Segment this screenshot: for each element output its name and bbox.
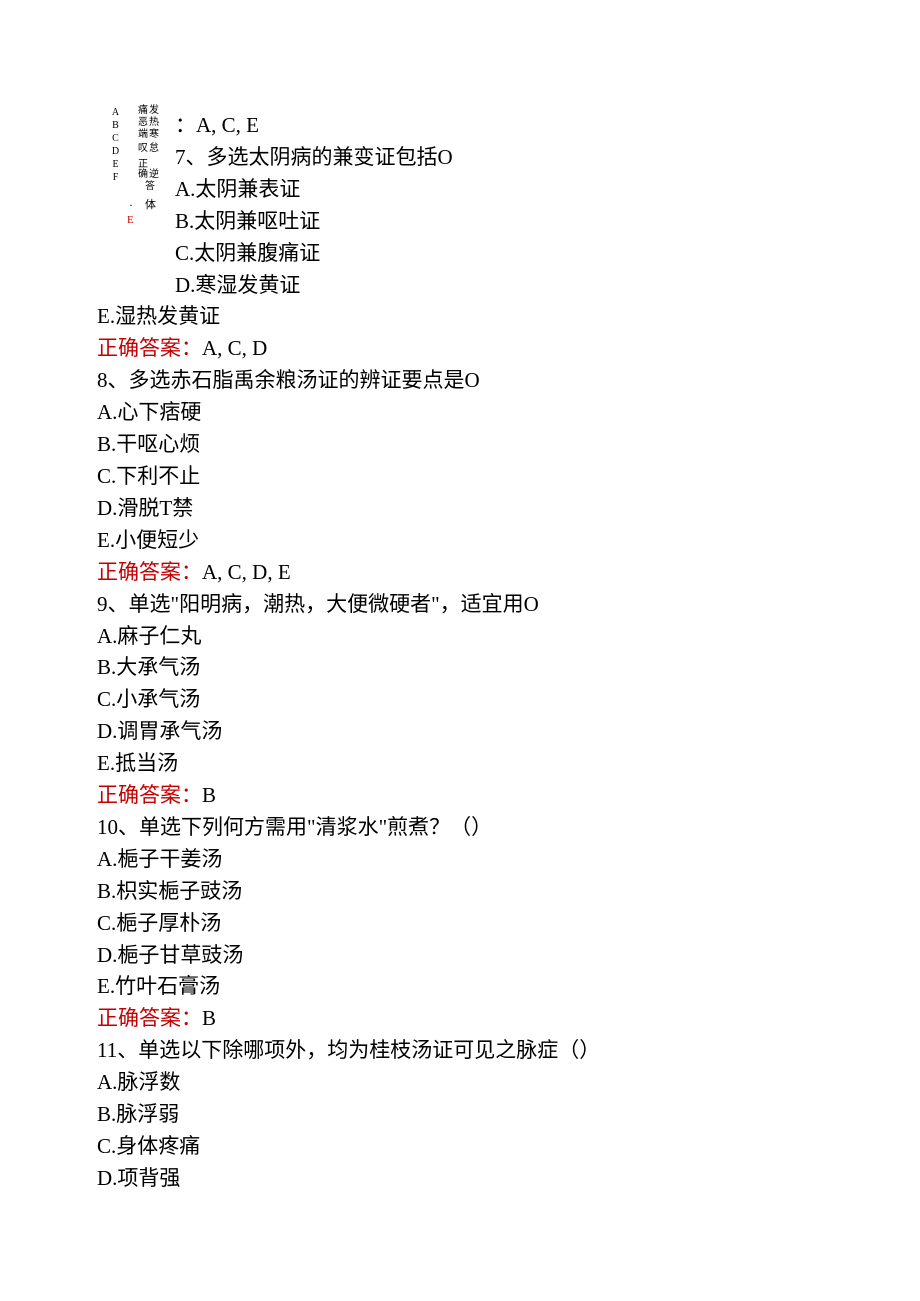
question-6-tail: ：A, C, E	[97, 110, 880, 142]
q8-answer-label: 正确答案：	[97, 560, 202, 584]
q8-option-c: C.下利不止	[97, 461, 880, 493]
q10-answer-line: 正确答案：B	[97, 1003, 880, 1035]
vert-head-g: 确逆	[138, 169, 178, 180]
q9-prompt: 9、单选"阳明病，潮热，大便微硬者"，适宜用O	[97, 589, 880, 621]
q11-option-d: D.项背强	[97, 1163, 880, 1195]
q9-answer-value: B	[202, 783, 216, 807]
q9-answer-label: 正确答案：	[97, 783, 202, 807]
vert-red-e: E	[127, 214, 135, 226]
q7-option-b: B.太阴兼呕吐证	[175, 206, 880, 238]
q7-prompt: 7、多选太阴病的兼变证包括O	[175, 142, 880, 174]
abc-vertical: ABCDEF	[110, 107, 121, 185]
vertical-text-block: 痛发 恶热 端 寒 叹怠 正 确逆 答 ABCDEF · E 体	[103, 105, 169, 270]
vert-head-a: 痛发	[138, 105, 178, 116]
q8-prompt: 8、多选赤石脂禹余粮汤证的辨证要点是O	[97, 365, 880, 397]
q10-option-e: E.竹叶石膏汤	[97, 971, 880, 1003]
q9-answer-line: 正确答案：B	[97, 780, 880, 812]
q10-answer-value: B	[202, 1006, 216, 1030]
question-9: 9、单选"阳明病，潮热，大便微硬者"，适宜用O A.麻子仁丸 B.大承气汤 C.…	[97, 589, 880, 812]
q7-answer-value: A, C, D	[202, 336, 267, 360]
vert-head-d: 寒	[149, 129, 160, 140]
q11-option-a: A.脉浮数	[97, 1067, 880, 1099]
q7-option-a: A.太阴兼表证	[175, 174, 880, 206]
q6-answer-line: ：A, C, E	[175, 110, 880, 142]
q9-option-a: A.麻子仁丸	[97, 621, 880, 653]
q10-answer-label: 正确答案：	[97, 1006, 202, 1030]
vert-head-c: 端	[138, 129, 149, 140]
q9-option-e: E.抵当汤	[97, 748, 880, 780]
q9-option-c: C.小承气汤	[97, 684, 880, 716]
q11-prompt: 11、单选以下除哪项外，均为桂枝汤证可见之脉症（）	[97, 1035, 880, 1067]
q7-option-d: D.寒湿发黄证	[175, 270, 880, 302]
q7-answer-label: 正确答案：	[97, 336, 202, 360]
q7-answer-line: 正确答案：A, C, D	[97, 333, 880, 365]
q11-option-c: C.身体疼痛	[97, 1131, 880, 1163]
vert-head-h: 答	[145, 181, 156, 192]
q7-option-e: E.湿热发黄证	[97, 301, 880, 333]
q6-answer-value: ：A, C, E	[175, 113, 259, 137]
q10-option-a: A.梔子干姜汤	[97, 844, 880, 876]
vert-dot: ·	[129, 199, 134, 212]
vert-head-e: 叹怠	[138, 143, 178, 154]
q10-prompt: 10、单选下列何方需用"清浆水"煎煮？（）	[97, 812, 880, 844]
q8-option-d: D.滑脱T禁	[97, 493, 880, 525]
question-7: 7、多选太阴病的兼变证包括O A.太阴兼表证 B.太阴兼呕吐证 C.太阴兼腹痛证…	[97, 142, 880, 365]
q10-option-d: D.梔子甘草豉汤	[97, 940, 880, 972]
question-8: 8、多选赤石脂禹余粮汤证的辨证要点是O A.心下痞硬 B.干呕心烦 C.下利不止…	[97, 365, 880, 588]
q10-option-c: C.梔子厚朴汤	[97, 908, 880, 940]
q10-option-b: B.枳实梔子豉汤	[97, 876, 880, 908]
vert-ti: 体	[145, 199, 157, 211]
question-11: 11、单选以下除哪项外，均为桂枝汤证可见之脉症（） A.脉浮数 B.脉浮弱 C.…	[97, 1035, 880, 1195]
q8-option-e: E.小便短少	[97, 525, 880, 557]
question-10: 10、单选下列何方需用"清浆水"煎煮？（） A.梔子干姜汤 B.枳实梔子豉汤 C…	[97, 812, 880, 1035]
q8-answer-value: A, C, D, E	[202, 560, 291, 584]
q8-option-a: A.心下痞硬	[97, 397, 880, 429]
vert-head-b: 恶热	[138, 117, 178, 128]
q8-answer-line: 正确答案：A, C, D, E	[97, 557, 880, 589]
q11-option-b: B.脉浮弱	[97, 1099, 880, 1131]
q9-option-d: D.调胃承气汤	[97, 716, 880, 748]
q9-option-b: B.大承气汤	[97, 652, 880, 684]
q8-option-b: B.干呕心烦	[97, 429, 880, 461]
q7-option-c: C.太阴兼腹痛证	[175, 238, 880, 270]
